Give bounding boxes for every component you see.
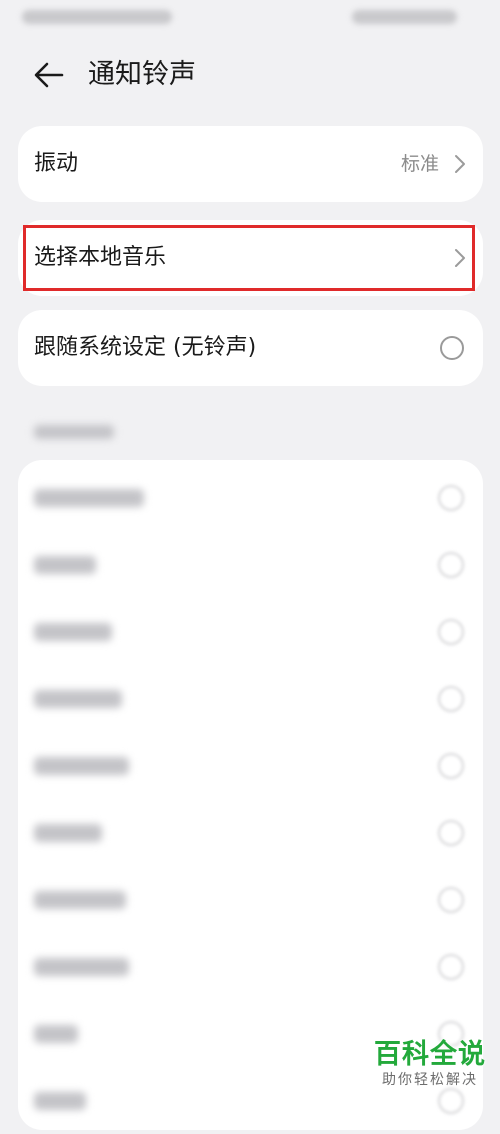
vibration-label: 振动 (34, 151, 79, 176)
ringtone-radio[interactable] (438, 619, 464, 645)
watermark-subtitle: 助你轻松解决 (382, 1072, 478, 1088)
watermark-title: 百科全说 (374, 1039, 486, 1070)
follow-system-row[interactable]: 跟随系统设定 (无铃声) (18, 310, 483, 386)
follow-system-radio[interactable] (440, 336, 464, 360)
ringtone-item[interactable] (18, 867, 483, 933)
preset-section-title (34, 425, 114, 439)
ringtone-item[interactable] (18, 666, 483, 732)
ringtone-radio[interactable] (438, 485, 464, 511)
ringtone-radio[interactable] (438, 1088, 464, 1114)
ringtone-radio[interactable] (438, 753, 464, 779)
ringtone-radio[interactable] (438, 820, 464, 846)
ringtone-radio[interactable] (438, 686, 464, 712)
back-arrow-icon[interactable] (32, 58, 66, 92)
ringtone-radio[interactable] (438, 552, 464, 578)
watermark: 百科全说 助你轻松解决 (374, 1039, 486, 1089)
ringtone-item[interactable] (18, 934, 483, 1000)
vibration-row[interactable]: 振动 标准 (18, 126, 483, 202)
vibration-value: 标准 (400, 153, 439, 175)
chevron-right-icon (455, 155, 465, 173)
header: 通知铃声 (0, 44, 500, 108)
ringtone-radio[interactable] (438, 887, 464, 913)
ringtone-list-card (18, 460, 483, 1130)
ringtone-item[interactable] (18, 800, 483, 866)
vibration-card: 振动 标准 (18, 126, 483, 202)
highlight-box (23, 225, 475, 291)
ringtone-item[interactable] (18, 733, 483, 799)
page-title: 通知铃声 (88, 59, 196, 90)
status-bar-left-info (22, 10, 172, 24)
ringtone-item[interactable] (18, 532, 483, 598)
status-bar-right-info (352, 10, 457, 24)
preset-section-header (34, 424, 114, 440)
ringtone-item[interactable] (18, 599, 483, 665)
ringtone-item[interactable] (18, 465, 483, 531)
ringtone-radio[interactable] (438, 954, 464, 980)
status-bar (0, 0, 500, 38)
follow-system-label: 跟随系统设定 (无铃声) (34, 335, 257, 360)
follow-system-card: 跟随系统设定 (无铃声) (18, 310, 483, 386)
